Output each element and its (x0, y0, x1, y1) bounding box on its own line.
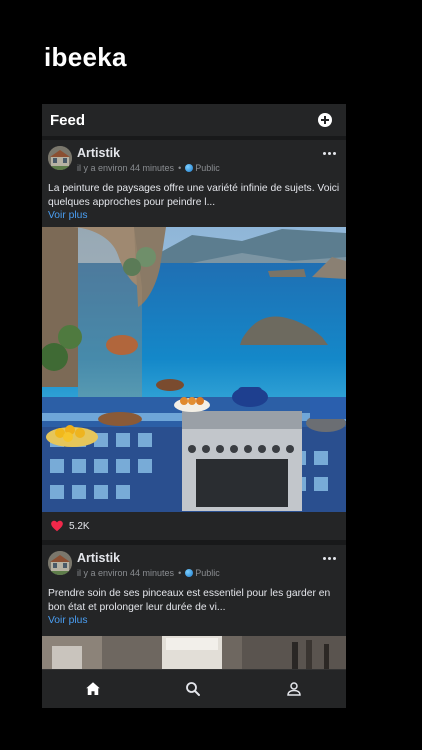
add-post-button[interactable] (318, 113, 332, 127)
post-text: Prendre soin de ses pinceaux est essenti… (48, 588, 331, 613)
more-options-icon[interactable] (323, 152, 336, 155)
app-brand: ibeeka (44, 42, 127, 72)
see-more-link[interactable]: Voir plus (48, 615, 88, 626)
post-image[interactable] (42, 227, 346, 512)
meta-separator: • (178, 568, 182, 578)
globe-icon (185, 569, 194, 577)
post-header: Artistik il y a environ 44 minutes • Pub… (48, 551, 340, 579)
post-time: il y a environ 44 minutes (77, 568, 175, 578)
post-visibility: Public (195, 568, 220, 578)
post-time: il y a environ 44 minutes (77, 163, 175, 173)
heart-icon[interactable] (50, 519, 64, 533)
see-more-link[interactable]: Voir plus (48, 210, 88, 221)
author-name[interactable]: Artistik (77, 146, 120, 160)
search-icon[interactable] (184, 680, 202, 698)
author-name[interactable]: Artistik (77, 551, 120, 565)
post-meta: il y a environ 44 minutes • Public (77, 163, 220, 173)
post-card: Artistik il y a environ 44 minutes • Pub… (42, 140, 346, 540)
profile-icon[interactable] (285, 680, 303, 698)
home-icon[interactable] (84, 680, 102, 698)
avatar[interactable] (48, 551, 72, 575)
post-visibility: Public (195, 163, 220, 173)
feed-header: Feed (42, 104, 346, 136)
globe-icon (185, 164, 194, 172)
bottom-tab-bar (42, 669, 346, 708)
post-card: Artistik il y a environ 44 minutes • Pub… (42, 545, 346, 676)
meta-separator: • (178, 163, 182, 173)
like-count-value: 5.2K (69, 520, 90, 532)
post-header: Artistik il y a environ 44 minutes • Pub… (48, 146, 340, 174)
avatar[interactable] (48, 146, 72, 170)
like-count[interactable]: 5.2K (50, 519, 90, 533)
post-text: La peinture de paysages offre une variét… (48, 183, 340, 208)
feed-title: Feed (50, 111, 86, 129)
more-options-icon[interactable] (323, 557, 336, 560)
post-meta: il y a environ 44 minutes • Public (77, 568, 220, 578)
app-frame: Feed Artistik il y a environ 44 minutes … (42, 104, 346, 708)
